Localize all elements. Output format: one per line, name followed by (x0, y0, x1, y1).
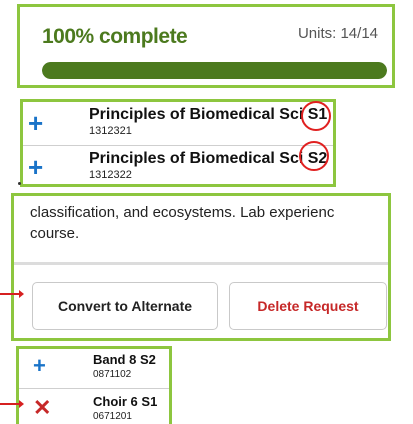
plus-icon[interactable]: + (28, 154, 43, 180)
annotation-arrow (0, 400, 24, 408)
description-line: classification, and ecosystems. Lab expe… (30, 204, 335, 221)
plus-icon[interactable]: + (28, 110, 43, 136)
description-line: course. (30, 225, 80, 242)
course-code: 0871102 (93, 369, 132, 380)
course-code: 0671201 (93, 411, 132, 422)
convert-to-alternate-button[interactable]: Convert to Alternate (32, 282, 218, 330)
request-actions-panel: classification, and ecosystems. Lab expe… (11, 193, 391, 341)
course-code: 1312322 (89, 169, 132, 181)
annotation-arrow (0, 290, 24, 298)
list-item[interactable]: ✕ Choir 6 S1 0671201 (19, 391, 169, 424)
section-divider (14, 262, 388, 265)
annotation-circle (301, 101, 331, 131)
progress-bar-fill (42, 62, 387, 79)
progress-bar (42, 62, 387, 79)
course-row[interactable]: + Principles of Biomedical Sci S1 131232… (23, 102, 333, 142)
bullet-dot (18, 182, 21, 185)
close-icon[interactable]: ✕ (33, 397, 51, 419)
progress-label: 100% complete (42, 25, 188, 48)
delete-request-button[interactable]: Delete Request (229, 282, 387, 330)
course-name: Choir 6 S1 (93, 394, 158, 409)
course-list: + Principles of Biomedical Sci S1 131232… (20, 99, 336, 187)
course-name: Principles of Biomedical Sci S1 (89, 106, 328, 123)
divider (19, 388, 169, 389)
course-code: 1312321 (89, 125, 132, 137)
progress-panel: 100% complete Units: 14/14 (17, 4, 395, 88)
course-name: Principles of Biomedical Sci S2 (89, 150, 328, 167)
list-item[interactable]: + Band 8 S2 0871102 (19, 349, 169, 385)
units-count: Units: 14/14 (297, 25, 378, 42)
course-list-bottom: + Band 8 S2 0871102 ✕ Choir 6 S1 0671201 (16, 346, 172, 424)
course-row[interactable]: + Principles of Biomedical Sci S2 131232… (23, 146, 333, 184)
course-name: Band 8 S2 (93, 352, 156, 367)
annotation-circle (299, 141, 329, 171)
course-description: classification, and ecosystems. Lab expe… (30, 202, 388, 244)
plus-icon[interactable]: + (33, 355, 46, 377)
